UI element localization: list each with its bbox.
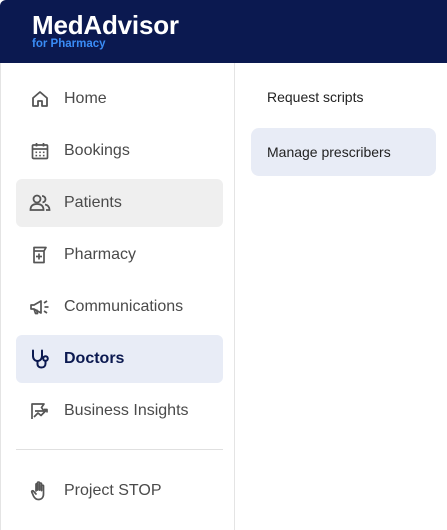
sidebar-item-label: Project STOP bbox=[64, 482, 162, 499]
sidebar-item-label: Bookings bbox=[64, 142, 130, 159]
hand-icon bbox=[28, 479, 52, 503]
calendar-icon bbox=[28, 139, 52, 163]
sidebar-item-label: Home bbox=[64, 90, 107, 107]
sidebar-item-home[interactable]: Home bbox=[16, 75, 223, 123]
sidebar-item-label: Communications bbox=[64, 298, 184, 315]
submenu-item-manage-prescribers[interactable]: Manage prescribers bbox=[251, 128, 436, 176]
sidebar-item-label: Patients bbox=[64, 194, 122, 211]
app-window: MedAdvisor for Pharmacy Home Bookings Pa… bbox=[0, 0, 447, 530]
brand-logo[interactable]: MedAdvisor for Pharmacy bbox=[32, 12, 179, 51]
stethoscope-icon bbox=[28, 347, 52, 371]
pharmacy-icon bbox=[28, 243, 52, 267]
sidebar-item-label: Pharmacy bbox=[64, 246, 137, 263]
sidebar-item-business-insights[interactable]: Business Insights bbox=[16, 387, 223, 435]
patients-icon bbox=[28, 191, 52, 215]
sidebar-nav: Home Bookings Patients Pharmacy Communic… bbox=[0, 63, 235, 530]
submenu-item-label: Request scripts bbox=[267, 89, 364, 105]
home-icon bbox=[28, 87, 52, 111]
submenu-item-request-scripts[interactable]: Request scripts bbox=[251, 75, 436, 123]
megaphone-icon bbox=[28, 295, 52, 319]
sidebar-divider bbox=[16, 449, 223, 450]
sidebar-item-bookings[interactable]: Bookings bbox=[16, 127, 223, 175]
sidebar-item-label: Doctors bbox=[64, 350, 125, 367]
submenu-item-label: Manage prescribers bbox=[267, 144, 391, 160]
sidebar-item-patients[interactable]: Patients bbox=[16, 179, 223, 227]
sidebar-item-communications[interactable]: Communications bbox=[16, 283, 223, 331]
insights-icon bbox=[28, 399, 52, 423]
top-header: MedAdvisor for Pharmacy bbox=[0, 0, 447, 63]
sidebar-item-project-stop[interactable]: Project STOP bbox=[16, 467, 223, 515]
sidebar-item-label: Business Insights bbox=[64, 402, 189, 419]
sidebar-item-doctors[interactable]: Doctors bbox=[16, 335, 223, 383]
sidebar-item-pharmacy[interactable]: Pharmacy bbox=[16, 231, 223, 279]
brand-title: MedAdvisor bbox=[32, 10, 179, 40]
brand-subtitle: for Pharmacy bbox=[32, 38, 106, 50]
